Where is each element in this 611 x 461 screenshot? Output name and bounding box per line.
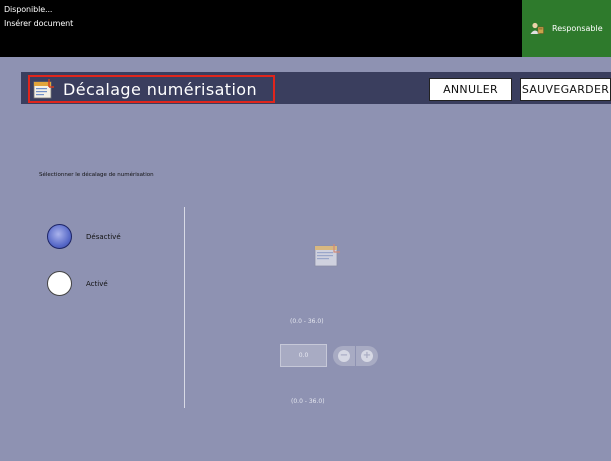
- plus-icon: +: [361, 350, 373, 362]
- cancel-button[interactable]: ANNULER: [429, 78, 512, 101]
- user-role-icon: [530, 22, 544, 34]
- option-enabled-label: Activé: [86, 279, 108, 288]
- offset-value-field[interactable]: 0.0: [280, 344, 327, 367]
- vertical-divider: [184, 207, 185, 408]
- increment-button[interactable]: +: [356, 346, 378, 366]
- minus-icon: −: [338, 350, 350, 362]
- scan-document-icon: [33, 79, 54, 99]
- header-bar: Décalage numérisation ANNULER SAUVEGARDE…: [21, 72, 611, 104]
- role-button-label: Responsable: [552, 24, 603, 33]
- job-status-text: Insérer document: [4, 19, 74, 28]
- machine-status-text: Disponible...: [4, 5, 53, 14]
- range-label-top: (0.0 - 36.0): [290, 318, 324, 325]
- radio-disabled[interactable]: [47, 224, 72, 249]
- option-disabled-label: Désactivé: [86, 232, 121, 241]
- instruction-text: Sélectionner le décalage de numérisation: [39, 172, 154, 178]
- title-highlight: Décalage numérisation: [28, 75, 275, 103]
- range-label-bottom: (0.0 - 36.0): [291, 398, 325, 405]
- option-disabled[interactable]: Désactivé: [47, 224, 121, 249]
- role-button[interactable]: Responsable: [522, 0, 611, 57]
- decrement-button[interactable]: −: [333, 346, 355, 366]
- option-enabled[interactable]: Activé: [47, 271, 108, 296]
- scan-shift-icon: [314, 244, 340, 267]
- status-bar: Disponible... Insérer document Responsab…: [0, 0, 611, 57]
- page-title: Décalage numérisation: [63, 79, 258, 99]
- save-button[interactable]: SAUVEGARDER: [520, 78, 611, 101]
- offset-stepper: − +: [333, 346, 378, 366]
- radio-enabled[interactable]: [47, 271, 72, 296]
